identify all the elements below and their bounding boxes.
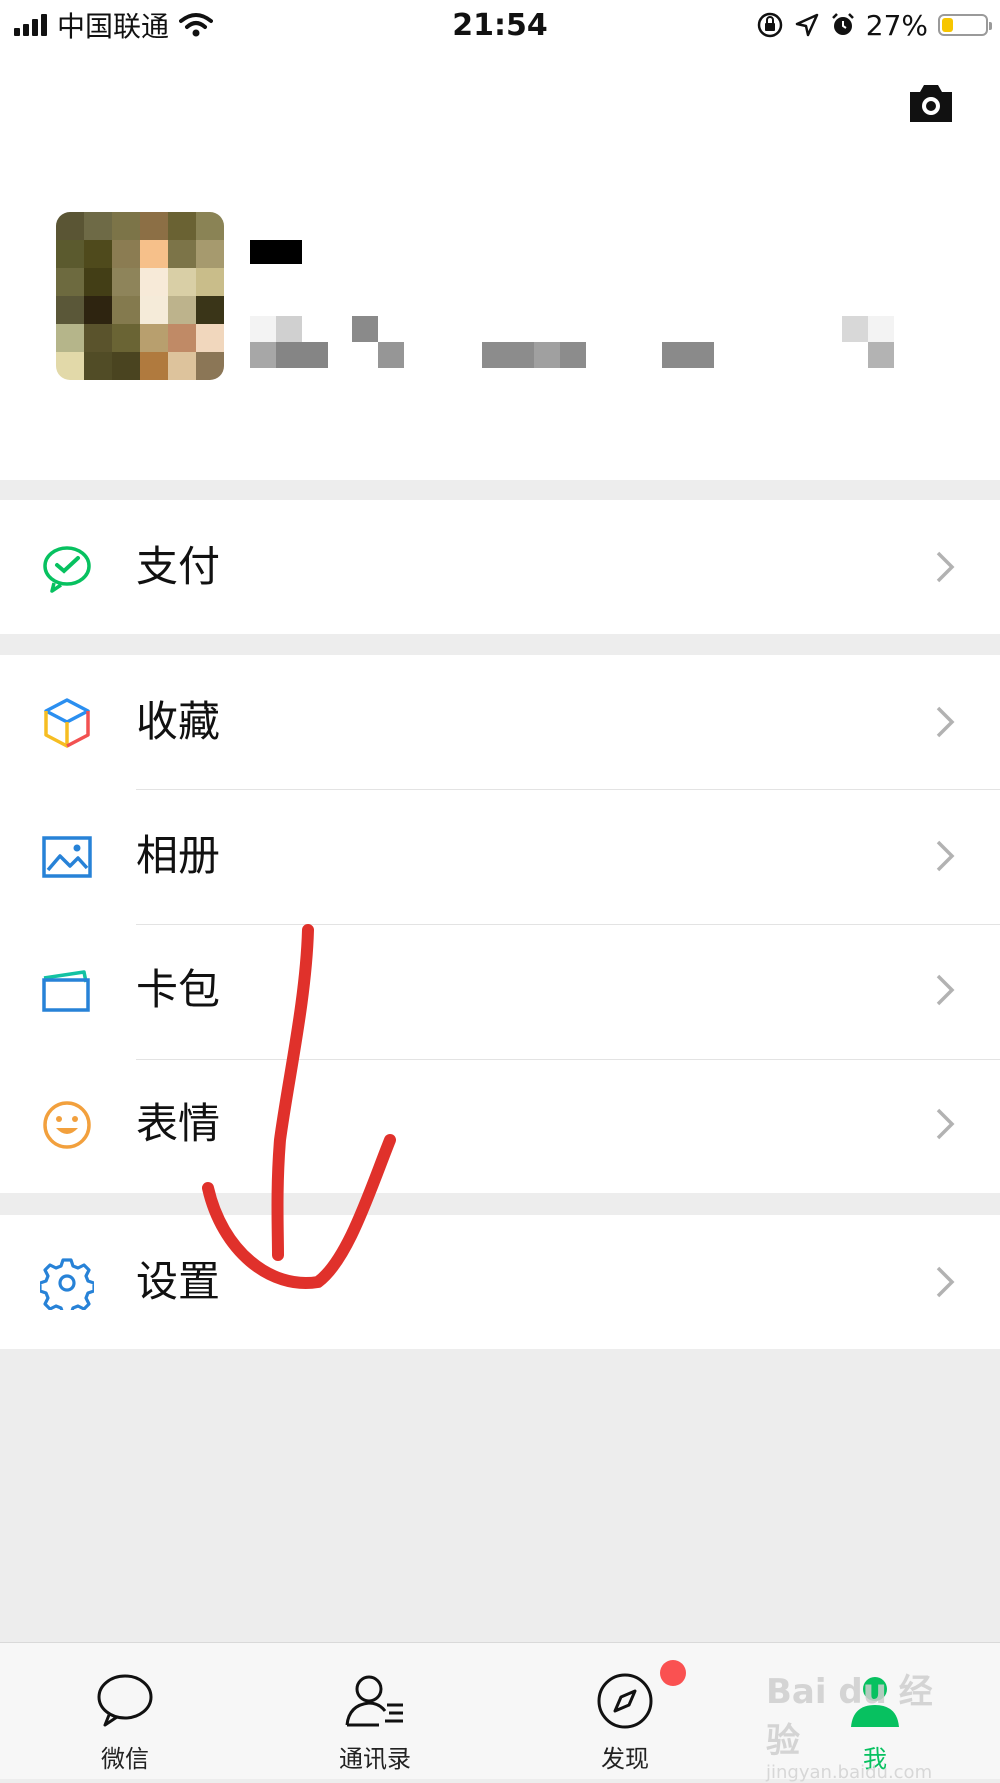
rotation-lock-icon xyxy=(757,12,783,38)
avatar-pixel xyxy=(196,268,224,296)
battery-percent: 27% xyxy=(865,8,928,42)
avatar[interactable] xyxy=(56,212,224,380)
avatar-pixel xyxy=(196,212,224,240)
avatar-pixel xyxy=(84,268,112,296)
avatar-pixel xyxy=(84,352,112,380)
alarm-icon xyxy=(831,13,854,35)
menu-label-settings: 设置 xyxy=(136,1257,221,1306)
status-bar: 中国联通 21:54 27% xyxy=(0,0,1000,50)
avatar-pixel xyxy=(168,212,196,240)
avatar-pixel xyxy=(56,240,84,268)
chevron-right-icon xyxy=(936,706,955,738)
avatar-pixel xyxy=(56,352,84,380)
wechat-id-redacted: (redacted) xyxy=(250,316,910,370)
card-wallet-icon xyxy=(42,970,90,1012)
avatar-pixel xyxy=(140,240,168,268)
favorites-cube-icon xyxy=(44,698,90,748)
avatar-pixel xyxy=(84,324,112,352)
battery-fill xyxy=(942,18,953,32)
avatar-pixel xyxy=(56,296,84,324)
watermark-brand: Bai du 经验 xyxy=(766,1672,933,1761)
location-icon xyxy=(795,13,819,37)
chevron-right-icon xyxy=(936,551,955,583)
avatar-pixel xyxy=(84,240,112,268)
avatar-pixel xyxy=(168,324,196,352)
avatar-pixel xyxy=(56,268,84,296)
avatar-pixel xyxy=(112,212,140,240)
avatar-pixel xyxy=(168,240,196,268)
nickname-redacted: (redacted) xyxy=(250,240,302,264)
settings-gear-icon xyxy=(40,1258,94,1310)
avatar-pixel xyxy=(56,324,84,352)
avatar-pixel xyxy=(196,324,224,352)
chevron-right-icon xyxy=(936,1266,955,1298)
menu-item-pay[interactable]: 支付 xyxy=(0,500,1000,634)
avatar-pixel xyxy=(140,268,168,296)
avatar-pixel xyxy=(196,352,224,380)
status-right: 27% xyxy=(756,0,992,50)
menu-label-cards: 卡包 xyxy=(136,965,221,1014)
discover-badge xyxy=(660,1660,686,1686)
avatar-pixel xyxy=(140,324,168,352)
camera-icon[interactable] xyxy=(906,80,956,124)
tab-label-contacts: 通讯录 xyxy=(339,1745,411,1773)
nickname: (redacted) xyxy=(250,240,302,264)
chat-bubble-icon xyxy=(97,1674,153,1727)
menu-label-album: 相册 xyxy=(136,831,221,880)
menu-group-main: 收藏 相册 卡包 表情 xyxy=(0,655,1000,1193)
avatar-pixel xyxy=(140,212,168,240)
avatar-pixel xyxy=(168,268,196,296)
chevron-right-icon xyxy=(936,840,955,872)
avatar-pixel xyxy=(112,352,140,380)
chevron-right-icon xyxy=(936,1108,955,1140)
menu-item-stickers[interactable]: 表情 xyxy=(0,1057,1000,1191)
tab-chats[interactable]: 微信 xyxy=(0,1643,250,1779)
avatar-pixel xyxy=(84,212,112,240)
avatar-pixel xyxy=(112,296,140,324)
wechat-pay-icon xyxy=(43,546,91,593)
contacts-icon xyxy=(345,1675,403,1727)
profile-header[interactable]: (redacted) (redacted) xyxy=(0,50,1000,480)
avatar-pixel xyxy=(168,352,196,380)
baidu-watermark: Bai du 经验 jingyan.baidu.com xyxy=(766,1664,956,1783)
menu-group-pay: 支付 xyxy=(0,500,1000,634)
watermark-url: jingyan.baidu.com xyxy=(766,1762,933,1783)
menu-label-stickers: 表情 xyxy=(136,1099,221,1148)
compass-icon xyxy=(597,1673,653,1729)
avatar-pixel xyxy=(112,324,140,352)
avatar-pixel xyxy=(112,240,140,268)
avatar-pixel xyxy=(140,296,168,324)
avatar-pixel xyxy=(196,240,224,268)
menu-item-favorites[interactable]: 收藏 xyxy=(0,655,1000,789)
tab-label-discover: 发现 xyxy=(601,1745,649,1773)
tab-label-chats: 微信 xyxy=(101,1745,149,1773)
tab-contacts[interactable]: 通讯录 xyxy=(250,1643,500,1779)
avatar-pixel xyxy=(140,352,168,380)
chevron-right-icon xyxy=(936,974,955,1006)
avatar-pixel xyxy=(112,268,140,296)
menu-label-favorites: 收藏 xyxy=(136,697,221,746)
sticker-smiley-icon xyxy=(43,1101,91,1149)
menu-label-pay: 支付 xyxy=(136,542,221,591)
menu-item-cards[interactable]: 卡包 xyxy=(0,923,1000,1057)
menu-group-settings: 设置 xyxy=(0,1215,1000,1349)
avatar-pixel xyxy=(84,296,112,324)
tab-discover[interactable]: 发现 xyxy=(500,1643,750,1779)
avatar-pixel xyxy=(56,212,84,240)
avatar-pixel xyxy=(168,296,196,324)
avatar-pixel xyxy=(196,296,224,324)
menu-item-album[interactable]: 相册 xyxy=(0,789,1000,923)
menu-item-settings[interactable]: 设置 xyxy=(0,1215,1000,1349)
album-icon xyxy=(42,836,92,878)
battery-icon xyxy=(938,14,992,36)
